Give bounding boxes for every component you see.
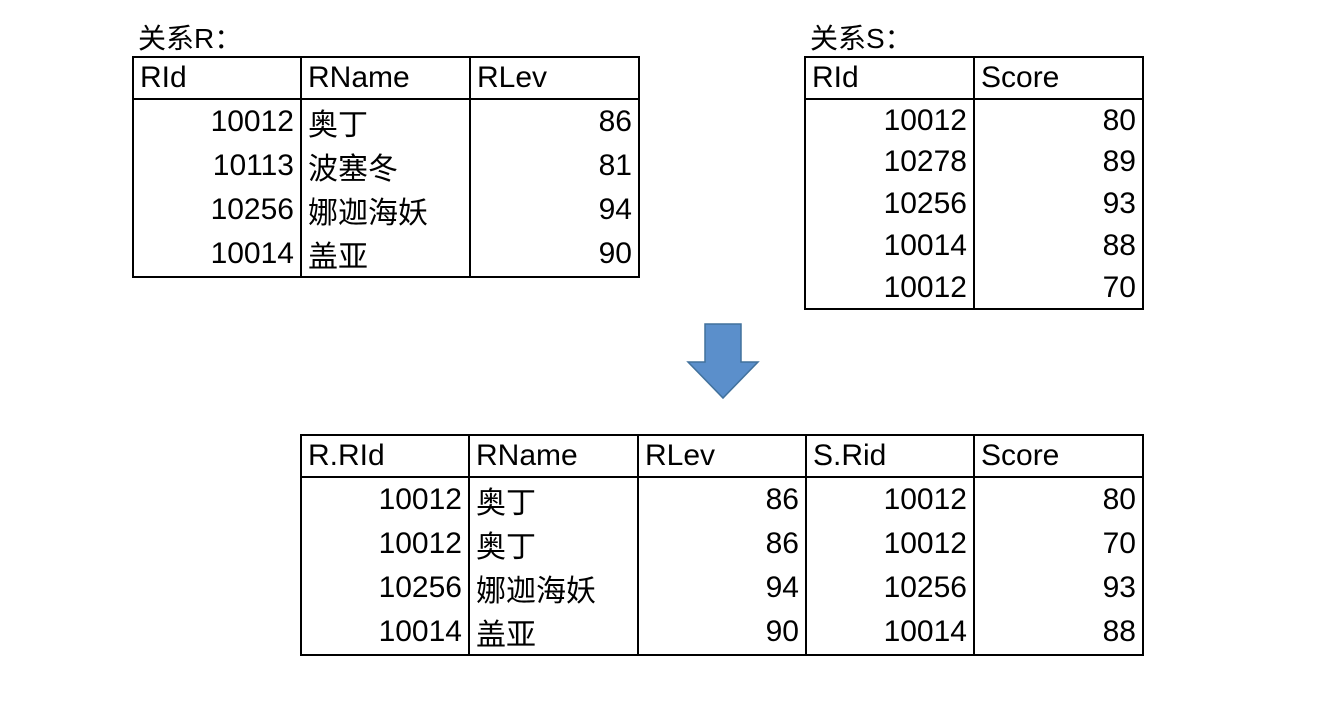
s-rid-cell: 10012 [805, 477, 975, 522]
score-cell: 70 [973, 522, 1144, 566]
table-header-row: R.RId RName RLev S.Rid Score [300, 434, 1144, 478]
rid-cell: 10256 [804, 183, 975, 225]
table-row: 10012 70 [804, 267, 1144, 310]
rid-cell: 10113 [132, 144, 302, 188]
s-rid-cell: 10256 [805, 566, 975, 610]
column-header: RId [132, 56, 302, 100]
score-cell: 88 [973, 225, 1144, 267]
rlev-cell: 94 [637, 566, 807, 610]
score-cell: 93 [973, 183, 1144, 225]
table-header-row: RId RName RLev [132, 56, 640, 100]
column-header: R.RId [300, 434, 470, 478]
rname-cell: 波塞冬 [300, 144, 471, 188]
rname-cell: 盖亚 [468, 610, 639, 656]
rlev-cell: 81 [469, 144, 640, 188]
rname-cell: 奥丁 [468, 477, 639, 522]
column-header: Score [973, 434, 1144, 478]
rname-cell: 娜迦海妖 [468, 566, 639, 610]
table-row: 10012 奥丁 86 10012 80 [300, 477, 1144, 522]
r-rid-cell: 10256 [300, 566, 470, 610]
join-result-table: R.RId RName RLev S.Rid Score 10012 奥丁 86… [300, 434, 1144, 656]
down-arrow-icon [686, 323, 760, 400]
table-row: 10014 88 [804, 225, 1144, 267]
rid-cell: 10014 [804, 225, 975, 267]
table-row: 10014 盖亚 90 10014 88 [300, 610, 1144, 656]
rid-cell: 10012 [132, 99, 302, 144]
s-rid-cell: 10014 [805, 610, 975, 656]
score-cell: 80 [973, 477, 1144, 522]
rlev-cell: 86 [469, 99, 640, 144]
score-cell: 89 [973, 141, 1144, 183]
rlev-cell: 90 [469, 232, 640, 278]
table-row: 10012 奥丁 86 [132, 99, 640, 144]
column-header: RId [804, 56, 975, 100]
rid-cell: 10012 [804, 99, 975, 141]
relation-s-table: RId Score 10012 80 10278 89 10256 93 100… [804, 56, 1144, 310]
table-row: 10256 93 [804, 183, 1144, 225]
r-rid-cell: 10012 [300, 522, 470, 566]
rname-cell: 盖亚 [300, 232, 471, 278]
relation-s-caption: 关系S： [810, 23, 913, 54]
rid-cell: 10012 [804, 267, 975, 310]
table-row: 10113 波塞冬 81 [132, 144, 640, 188]
arrow-shape [686, 323, 760, 400]
rname-cell: 娜迦海妖 [300, 188, 471, 232]
rlev-cell: 90 [637, 610, 807, 656]
rid-cell: 10256 [132, 188, 302, 232]
rname-cell: 奥丁 [468, 522, 639, 566]
table-row: 10278 89 [804, 141, 1144, 183]
s-rid-cell: 10012 [805, 522, 975, 566]
rlev-cell: 86 [637, 477, 807, 522]
table-row: 10012 80 [804, 99, 1144, 141]
column-header: RName [468, 434, 639, 478]
table-row: 10012 奥丁 86 10012 70 [300, 522, 1144, 566]
score-cell: 70 [973, 267, 1144, 310]
column-header: RLev [469, 56, 640, 100]
r-rid-cell: 10014 [300, 610, 470, 656]
score-cell: 80 [973, 99, 1144, 141]
table-row: 10014 盖亚 90 [132, 232, 640, 278]
rid-cell: 10278 [804, 141, 975, 183]
relation-r-caption: 关系R： [138, 23, 243, 54]
table-row: 10256 娜迦海妖 94 10256 93 [300, 566, 1144, 610]
column-header: RName [300, 56, 471, 100]
score-cell: 93 [973, 566, 1144, 610]
table-header-row: RId Score [804, 56, 1144, 100]
relation-r-table: RId RName RLev 10012 奥丁 86 10113 波塞冬 81 … [132, 56, 640, 278]
column-header: RLev [637, 434, 807, 478]
rname-cell: 奥丁 [300, 99, 471, 144]
rlev-cell: 86 [637, 522, 807, 566]
column-header: S.Rid [805, 434, 975, 478]
rid-cell: 10014 [132, 232, 302, 278]
rlev-cell: 94 [469, 188, 640, 232]
table-row: 10256 娜迦海妖 94 [132, 188, 640, 232]
column-header: Score [973, 56, 1144, 100]
score-cell: 88 [973, 610, 1144, 656]
r-rid-cell: 10012 [300, 477, 470, 522]
